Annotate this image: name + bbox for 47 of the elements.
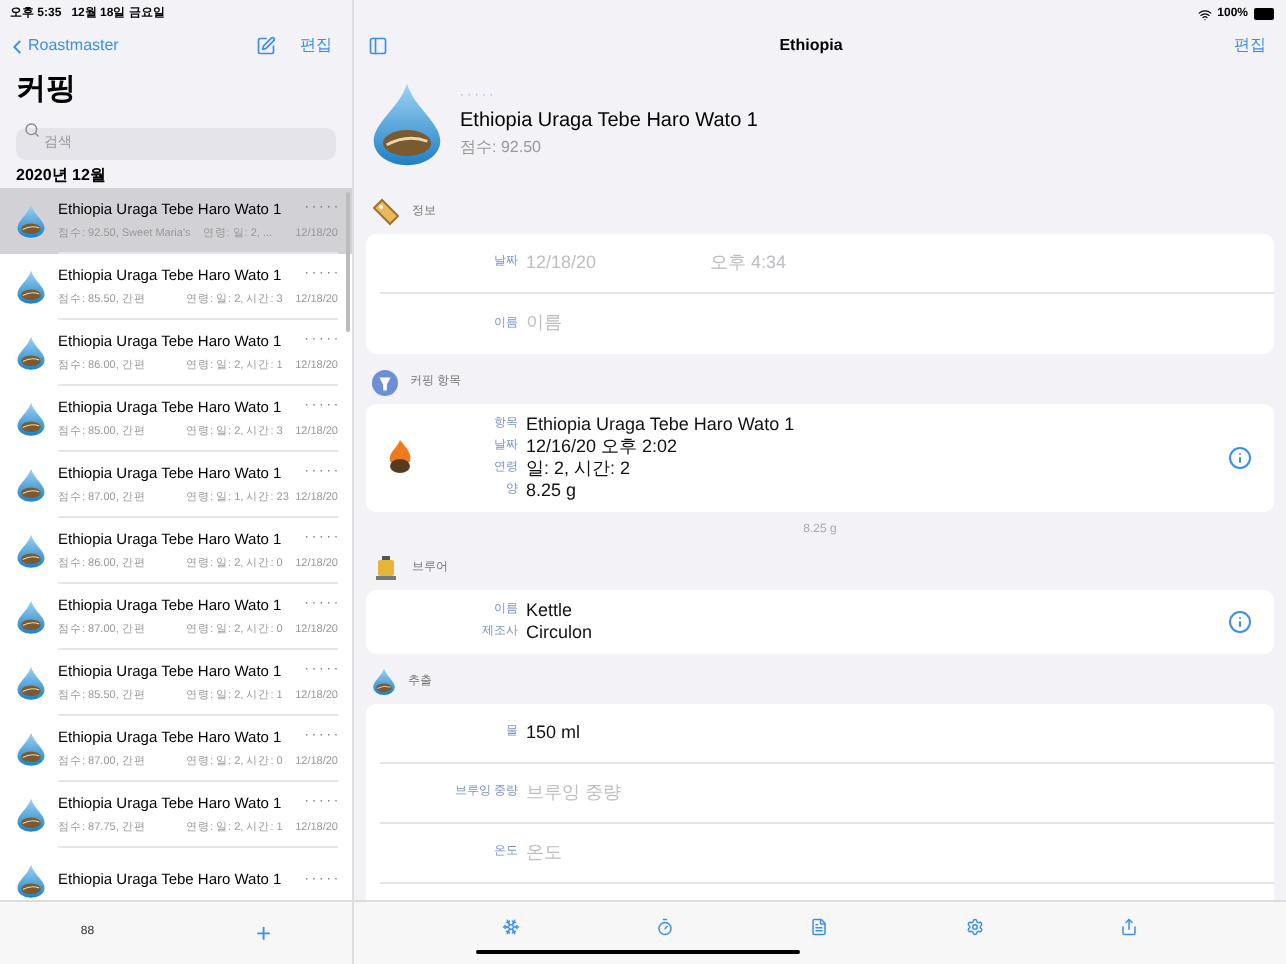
water-drop-icon [16,599,46,635]
battery-icon [1254,8,1276,20]
info-button[interactable] [1228,446,1252,470]
water-drop-icon [16,203,46,239]
large-title: 커핑 [14,70,78,110]
water-drop-icon [372,668,396,696]
coffee-drop-icon [370,81,444,167]
water-drop-icon [16,665,46,701]
info-button[interactable] [1228,610,1252,634]
water-drop-icon [16,467,46,503]
gear-icon[interactable] [965,917,984,935]
field-value: Kettle [526,597,573,624]
coffee-name: Ethiopia Uraga Tebe Haro Wato 1 [460,108,758,136]
water-drop-icon [16,731,46,767]
document-icon[interactable] [810,917,829,935]
share-icon[interactable] [1119,917,1138,935]
input-field[interactable]: 온도 [526,839,686,867]
water-drop-icon [16,863,46,899]
scroll-indicator [346,192,350,332]
input-field[interactable]: 오후 4:34 [710,249,870,277]
stopwatch-icon[interactable] [656,917,675,935]
section-header: 2020년 12월 [14,164,108,188]
water-drop-icon [16,269,46,305]
funnel-icon [372,369,398,395]
snowflake-icon[interactable] [502,917,521,935]
water-drop-icon [16,533,46,569]
input-field[interactable]: 12/18/20 [526,249,686,277]
search-icon [24,122,40,138]
compose-icon[interactable] [256,36,276,56]
coffee-score: 점수: 92.50 [460,136,543,160]
field-value: Ethiopia Uraga Tebe Haro Wato 1 [526,411,795,438]
field-value: 일: 2, 시간: 2 [526,455,631,482]
water-drop-icon [16,797,46,833]
wifi-icon [1197,7,1212,21]
tag-icon [372,198,400,226]
flaming-bean-icon [386,440,414,476]
kettle-icon [372,554,400,582]
input-field[interactable]: 이름 [526,310,686,338]
field-value: Circulon [526,619,593,646]
field-value: 8.25 g [526,477,577,504]
input-field[interactable]: 브루잉 중량 [526,779,686,807]
field-value: 150 ml [526,719,581,746]
sidebar-toggle-icon[interactable] [368,36,388,56]
water-drop-icon [16,335,46,371]
water-drop-icon [16,401,46,437]
field-value: 12/16/20 오후 2:02 [526,434,678,460]
nav-title: Ethiopia [777,34,845,58]
